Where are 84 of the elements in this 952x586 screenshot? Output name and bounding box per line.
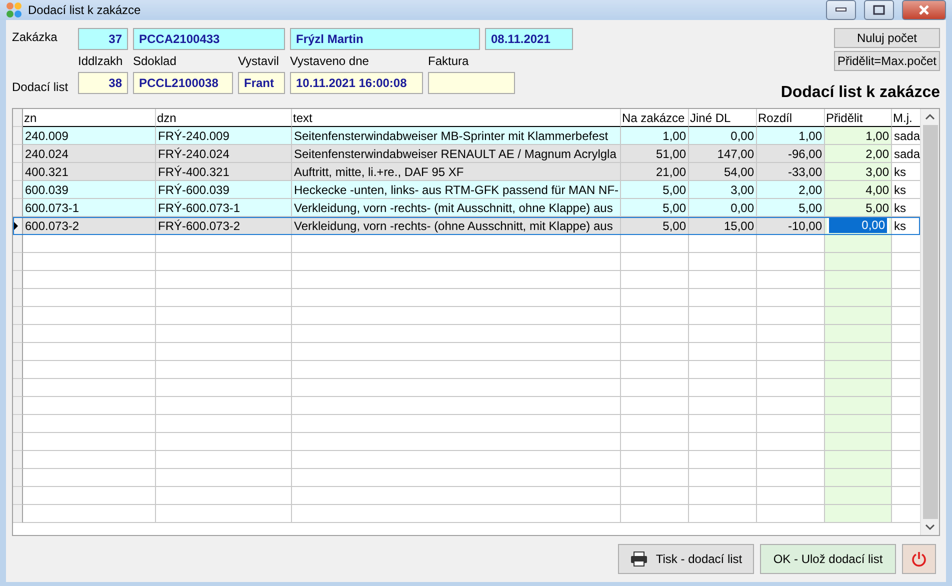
- table-cell: 15,00: [689, 217, 757, 235]
- delivery-field[interactable]: Frant: [238, 72, 285, 94]
- order-field[interactable]: PCCA2100433: [133, 28, 285, 50]
- table-cell: 3,00: [825, 163, 892, 181]
- table-row[interactable]: 240.009 FRÝ-240.009 Seitenfensterwindabweiser MB-Sprinter mit Klammerbefest 1,00 0,00 1,00 1,00 sada: [13, 127, 920, 145]
- table-cell: 1,00: [757, 127, 825, 145]
- table-cell: 5,00: [757, 199, 825, 217]
- minimize-button[interactable]: [826, 0, 856, 20]
- table-cell: Seitenfensterwindabweiser MB-Sprinter mit Klammerbefest: [292, 127, 621, 145]
- table-cell: 54,00: [689, 163, 757, 181]
- table-cell: 2,00: [825, 145, 892, 163]
- table-row[interactable]: 600.073-2 FRÝ-600.073-2 Verkleidung, vorn -rechts- (ohne Ausschnitt, mit Klappe) aus 5,00 15,00 -10,00 0,00 ks: [13, 217, 920, 235]
- table-cell: 600.039: [23, 181, 156, 199]
- table-cell: 21,00: [621, 163, 689, 181]
- close-button[interactable]: [902, 0, 946, 20]
- table-cell: 3,00: [689, 181, 757, 199]
- delivery-field[interactable]: 10.11.2021 16:00:08: [290, 72, 423, 94]
- table-cell: 5,00: [621, 217, 689, 235]
- action-button[interactable]: Nuluj počet: [834, 28, 940, 48]
- table-cell: 600.073-1: [23, 199, 156, 217]
- field-label: Dodací list: [12, 79, 70, 94]
- order-field[interactable]: Frýzl Martin: [290, 28, 480, 50]
- save-button[interactable]: OK - Ulož dodací list: [760, 544, 896, 574]
- scroll-thumb[interactable]: [922, 125, 938, 519]
- maximize-button[interactable]: [864, 0, 894, 20]
- field-label: Zakázka: [12, 29, 58, 44]
- table-cell: 1,00: [621, 127, 689, 145]
- quantity-input[interactable]: 0,00: [827, 218, 889, 233]
- table-cell: 1,00: [825, 127, 892, 145]
- page-heading: Dodací list k zakázce: [780, 84, 940, 102]
- table-cell: 400.321: [23, 163, 156, 181]
- table-cell: 240.009: [23, 127, 156, 145]
- app-icon: [6, 2, 22, 18]
- table-row[interactable]: 600.039 FRÝ-600.039 Heckecke -unten, links- aus RTM-GFK passend für MAN NF- 5,00 3,00 2,00 4,00 ks: [13, 181, 920, 199]
- row-header[interactable]: [13, 217, 23, 235]
- order-field[interactable]: 37: [78, 28, 128, 50]
- field-caption: Sdoklad: [133, 54, 178, 68]
- action-button[interactable]: Přidělit=Max.počet: [834, 51, 940, 71]
- field-caption: Vystavil: [238, 54, 280, 68]
- printer-icon: [630, 551, 648, 567]
- field-caption: Iddlzakh: [78, 54, 124, 68]
- table-cell: 600.073-2: [23, 217, 156, 235]
- delivery-field[interactable]: 38: [78, 72, 128, 94]
- power-button[interactable]: [902, 544, 936, 574]
- table-cell: 5,00: [621, 181, 689, 199]
- delivery-field[interactable]: PCCL2100038: [133, 72, 233, 94]
- table-cell: -33,00: [757, 163, 825, 181]
- field-caption: Faktura: [428, 54, 470, 68]
- table-cell: 0,00: [689, 127, 757, 145]
- field-caption: Vystaveno dne: [290, 54, 370, 68]
- window-title: Dodací list k zakázce: [28, 3, 142, 17]
- table-cell: FRÝ-240.009: [156, 127, 292, 145]
- table-cell: FRÝ-400.321: [156, 163, 292, 181]
- table-cell: 147,00: [689, 145, 757, 163]
- table-cell: 4,00: [825, 181, 892, 199]
- table-cell: FRÝ-600.073-2: [156, 217, 292, 235]
- table-cell: 5,00: [825, 199, 892, 217]
- table-cell: 240.024: [23, 145, 156, 163]
- table-row[interactable]: 600.073-1 FRÝ-600.073-1 Verkleidung, vorn -rechts- (mit Ausschnitt, ohne Klappe) aus 5,00 0,00 5,00 5,00 ks: [13, 199, 920, 217]
- table-cell: FRÝ-240.024: [156, 145, 292, 163]
- table-row[interactable]: 240.024 FRÝ-240.024 Seitenfensterwindabweiser RENAULT AE / Magnum Acrylgla 51,00 147,00 -96,00 2,00 sada: [13, 145, 920, 163]
- table-cell: Verkleidung, vorn -rechts- (ohne Ausschnitt, mit Klappe) aus: [292, 217, 621, 235]
- table-cell: Verkleidung, vorn -rechts- (mit Ausschnitt, ohne Klappe) aus: [292, 199, 621, 217]
- order-field[interactable]: 08.11.2021: [485, 28, 573, 50]
- maximize-icon: [873, 5, 885, 15]
- table-cell: Heckecke -unten, links- aus RTM-GFK passend für MAN NF-: [292, 181, 621, 199]
- table-cell: 2,00: [757, 181, 825, 199]
- table-row[interactable]: 400.321 FRÝ-400.321 Auftritt, mitte, li.+re., DAF 95 XF 21,00 54,00 -33,00 3,00 ks: [13, 163, 920, 181]
- row-pointer-icon: [13, 222, 19, 230]
- table-cell: 51,00: [621, 145, 689, 163]
- close-icon: [918, 5, 930, 15]
- print-button[interactable]: Tisk - dodací list: [618, 544, 754, 574]
- table-cell: 5,00: [621, 199, 689, 217]
- delivery-field[interactable]: [428, 72, 515, 94]
- table-cell: -10,00: [757, 217, 825, 235]
- scrollbar[interactable]: [920, 109, 939, 535]
- power-icon: [911, 551, 927, 567]
- minimize-icon: [835, 7, 847, 13]
- table-cell: 0,00: [689, 199, 757, 217]
- table-cell: FRÝ-600.073-1: [156, 199, 292, 217]
- table-cell: Auftritt, mitte, li.+re., DAF 95 XF: [292, 163, 621, 181]
- table-cell: Seitenfensterwindabweiser RENAULT AE / Magnum Acrylgla: [292, 145, 621, 163]
- table-cell: FRÝ-600.039: [156, 181, 292, 199]
- table-cell: -96,00: [757, 145, 825, 163]
